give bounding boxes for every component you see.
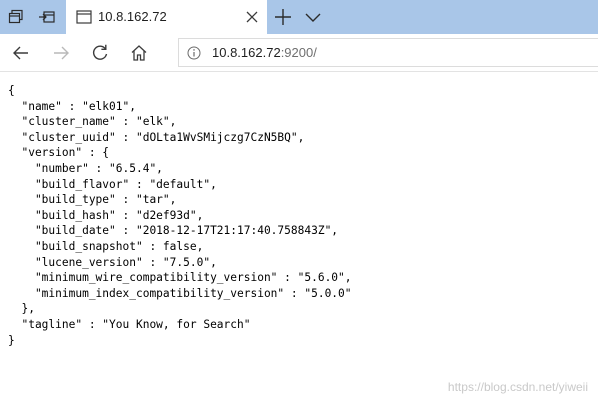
page-icon — [76, 10, 92, 24]
json-line: "minimum_index_compatibility_version" : … — [8, 286, 352, 300]
watermark: https://blog.csdn.net/yiweii — [447, 380, 588, 394]
json-line: "cluster_name" : "elk", — [8, 115, 177, 129]
json-line: "build_hash" : "d2ef93d", — [8, 208, 204, 222]
chevron-down-icon[interactable] — [304, 8, 322, 26]
arrow-right-icon[interactable] — [51, 43, 71, 63]
json-line: }, — [8, 302, 35, 316]
info-icon[interactable] — [187, 46, 201, 60]
address-bar[interactable]: 10.8.162.72:9200/ — [178, 38, 598, 67]
json-line: "cluster_uuid" : "dOLta1WvSMijczg7CzN5BQ… — [8, 130, 305, 144]
tab-actions-icon[interactable] — [4, 5, 28, 29]
active-tab[interactable]: 10.8.162.72 — [66, 0, 267, 34]
json-line: "build_type" : "tar", — [8, 193, 177, 207]
tab-strip: 10.8.162.72 — [0, 0, 598, 34]
json-line: "lucene_version" : "7.5.0", — [8, 255, 217, 269]
plus-icon[interactable] — [272, 6, 294, 28]
url-host: 10.8.162.72 — [212, 45, 281, 60]
arrow-left-icon[interactable] — [11, 43, 31, 63]
page-content: { "name" : "elk01", "cluster_name" : "el… — [0, 73, 598, 403]
json-line: "build_date" : "2018-12-17T21:17:40.7588… — [8, 224, 339, 238]
home-icon[interactable] — [129, 43, 149, 63]
close-icon[interactable] — [244, 9, 260, 25]
url-text[interactable]: 10.8.162.72:9200/ — [212, 45, 317, 60]
json-line: "tagline" : "You Know, for Search" — [8, 317, 251, 331]
json-line: "build_flavor" : "default", — [8, 177, 217, 191]
set-aside-tabs-icon[interactable] — [35, 5, 59, 29]
json-response: { "name" : "elk01", "cluster_name" : "el… — [8, 83, 352, 348]
json-line: "build_snapshot" : false, — [8, 239, 204, 253]
url-port-path: :9200/ — [280, 45, 317, 60]
json-line: "version" : { — [8, 146, 110, 160]
refresh-icon[interactable] — [90, 43, 110, 63]
json-line: } — [8, 333, 15, 347]
navigation-toolbar: 10.8.162.72:9200/ — [0, 34, 598, 72]
json-line: "name" : "elk01", — [8, 99, 136, 113]
json-line: { — [8, 84, 15, 97]
json-line: "minimum_wire_compatibility_version" : "… — [8, 271, 352, 285]
json-line: "number" : "6.5.4", — [8, 161, 163, 175]
tab-title: 10.8.162.72 — [98, 9, 167, 24]
